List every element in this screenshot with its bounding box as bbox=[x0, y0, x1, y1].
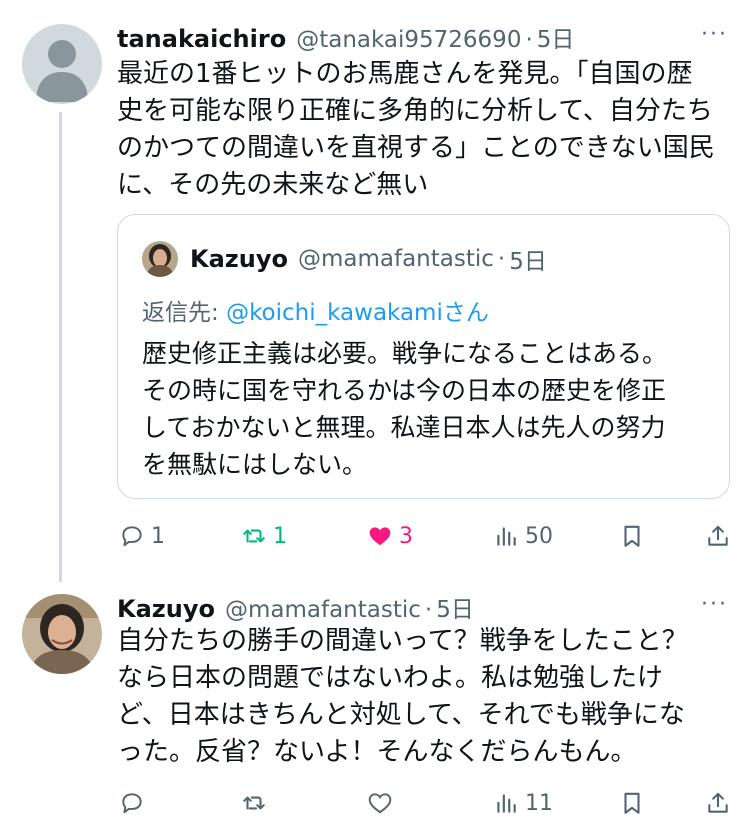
quoted-timestamp[interactable]: 5日 bbox=[509, 242, 547, 276]
views-chart-icon bbox=[497, 794, 516, 813]
replying-to-suffix: さん bbox=[442, 300, 489, 326]
bookmark-button[interactable] bbox=[619, 518, 645, 554]
retweet-icon bbox=[243, 796, 265, 810]
share-icon bbox=[708, 525, 728, 546]
reply-button[interactable] bbox=[119, 785, 151, 821]
view-count: 50 bbox=[525, 523, 553, 549]
mention-link[interactable]: @koichi_kawakami bbox=[226, 300, 443, 326]
quoted-display-name[interactable]: Kazuyo bbox=[190, 245, 288, 273]
more-options-icon[interactable]: ··· bbox=[701, 22, 728, 47]
tweet-text: 自分たちの勝手の間違いって？戦争をしたこと？ なら日本の問題ではないわよ。私は勉… bbox=[117, 626, 688, 767]
user-handle[interactable]: @mamafantastic bbox=[225, 597, 421, 623]
user-handle[interactable]: @tanakai95726690 bbox=[296, 27, 521, 53]
timestamp[interactable]: 5日 bbox=[537, 20, 575, 54]
tweet-text: 最近の1番ヒットのお馬鹿さんを発見。「自国の歴 史を可能な限り正確に多角的に分析… bbox=[117, 59, 715, 200]
retweet-button[interactable]: 1 bbox=[241, 518, 287, 554]
tweet-1[interactable]: tanakaichiro @tanakai95726690 · 5日 ··· 最… bbox=[0, 0, 750, 582]
like-button[interactable]: 3 bbox=[367, 518, 413, 554]
quoted-user-handle[interactable]: @mamafantastic bbox=[298, 246, 494, 272]
separator-dot: · bbox=[497, 246, 506, 272]
action-bar: 11 bbox=[117, 785, 732, 821]
reply-button[interactable]: 1 bbox=[119, 518, 165, 554]
replying-to-label: 返信先: bbox=[142, 300, 227, 326]
views-button[interactable]: 50 bbox=[493, 518, 553, 554]
retweet-icon bbox=[243, 529, 265, 543]
bookmark-icon bbox=[624, 525, 640, 547]
reply-count: 1 bbox=[151, 523, 165, 549]
display-name[interactable]: tanakaichiro bbox=[117, 25, 286, 53]
quoted-tweet-text: 歴史修正主義は必要。戦争になることはある。 その時に国を守れるかは今の日本の歴史… bbox=[142, 339, 668, 479]
separator-dot: · bbox=[525, 27, 533, 53]
reply-icon bbox=[122, 526, 142, 547]
thread-line bbox=[59, 112, 62, 582]
views-button[interactable]: 11 bbox=[493, 785, 553, 821]
kazuyo-avatar[interactable] bbox=[22, 594, 102, 674]
quoted-tweet[interactable]: Kazuyo @mamafantastic · 5日 返信先: @koichi_… bbox=[117, 214, 730, 499]
bookmark-icon bbox=[624, 792, 640, 814]
replying-to: 返信先: @koichi_kawakamiさん bbox=[142, 293, 489, 327]
view-count: 11 bbox=[525, 790, 553, 816]
quoted-tweet-header: Kazuyo @mamafantastic · 5日 bbox=[142, 241, 547, 277]
like-count: 3 bbox=[399, 523, 413, 549]
timestamp[interactable]: 5日 bbox=[436, 590, 474, 624]
share-button[interactable] bbox=[705, 518, 731, 554]
like-button[interactable] bbox=[367, 785, 399, 821]
heart-filled-icon bbox=[369, 527, 391, 546]
share-button[interactable] bbox=[705, 785, 731, 821]
retweet-count: 1 bbox=[273, 523, 287, 549]
retweet-button[interactable] bbox=[241, 785, 273, 821]
bookmark-button[interactable] bbox=[619, 785, 645, 821]
tweet-header: Kazuyo @mamafantastic · 5日 bbox=[117, 590, 474, 626]
kazuyo-avatar[interactable] bbox=[142, 241, 178, 277]
more-options-icon[interactable]: ··· bbox=[701, 592, 728, 617]
heart-icon bbox=[368, 793, 392, 814]
share-icon bbox=[708, 792, 728, 813]
display-name[interactable]: Kazuyo bbox=[117, 595, 215, 623]
tweet-header: tanakaichiro @tanakai95726690 · 5日 bbox=[117, 20, 574, 56]
default-avatar[interactable] bbox=[22, 24, 102, 104]
action-bar: 1 1 3 50 bbox=[117, 518, 732, 554]
tweet-2[interactable]: Kazuyo @mamafantastic · 5日 ··· 自分たちの勝手の間… bbox=[0, 580, 750, 835]
views-chart-icon bbox=[497, 527, 516, 546]
reply-icon bbox=[122, 793, 142, 814]
separator-dot: · bbox=[424, 597, 433, 623]
